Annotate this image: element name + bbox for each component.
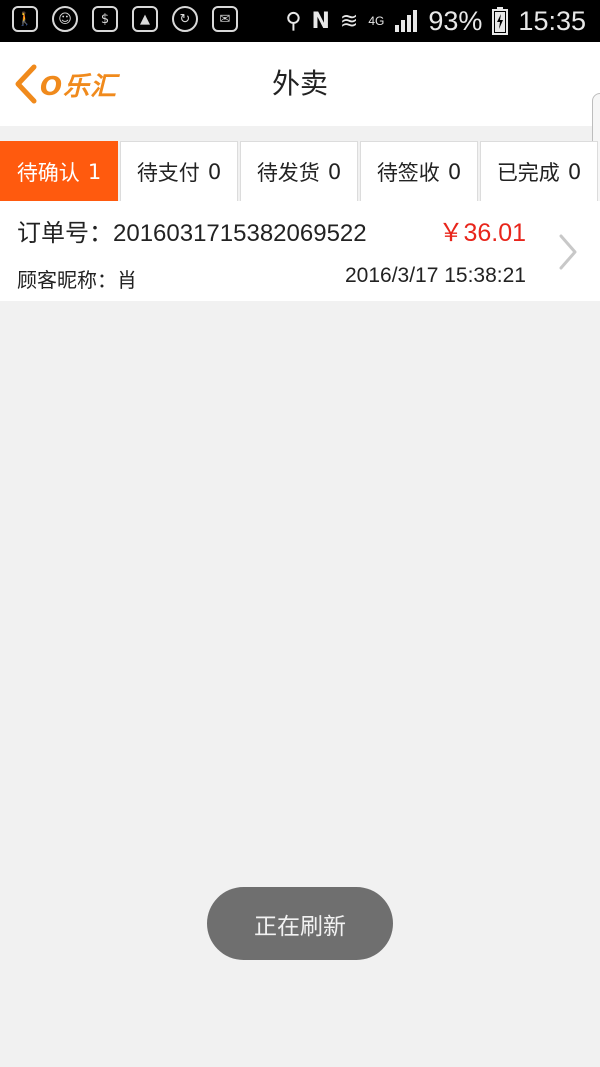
- tab-count: 1: [87, 159, 102, 184]
- tab-label: 待签收: [376, 160, 440, 185]
- refresh-toast: 正在刷新: [207, 887, 393, 960]
- tab-label: 待确认: [16, 160, 80, 185]
- status-bar: 🚶 ☺ $ ▲ ↻ ✉ ⚲ N ≋ 4G 93% 15:35: [0, 0, 600, 42]
- order-number: 订单号：2016031715382069522: [17, 213, 367, 248]
- tab-to-ship[interactable]: 待发货 0: [240, 141, 358, 201]
- customer-value: 肖: [117, 268, 137, 292]
- system-icons: ⚲ N ≋ 4G 93% 15:35: [285, 4, 586, 38]
- order-list-item[interactable]: 订单号：2016031715382069522 ￥36.01 顾客昵称：肖 20…: [0, 201, 600, 301]
- order-number-value: 2016031715382069522: [113, 220, 367, 247]
- tab-count: 0: [567, 159, 582, 184]
- wifi-icon: ≋: [339, 8, 359, 34]
- tab-label: 待支付: [136, 160, 200, 185]
- tab-completed[interactable]: 已完成 0: [480, 141, 598, 201]
- signal-icon: [395, 10, 418, 32]
- chevron-right-icon: [559, 234, 577, 270]
- back-button[interactable]: O乐汇: [12, 62, 117, 106]
- tab-to-receive[interactable]: 待签收 0: [360, 141, 478, 201]
- order-price: ￥36.01: [438, 219, 526, 247]
- chevron-left-icon: [15, 64, 37, 104]
- network-type: 4G: [368, 14, 385, 28]
- sync-icon: ↻: [172, 6, 198, 32]
- customer-nickname: 顾客昵称：肖: [17, 264, 137, 293]
- tab-count: 0: [327, 159, 342, 184]
- nfc-icon: N: [311, 8, 330, 34]
- battery-icon: [492, 7, 509, 35]
- tab-label: 已完成: [496, 160, 560, 185]
- tab-to-confirm[interactable]: 待确认 1: [0, 141, 118, 201]
- battery-percent: 93%: [428, 5, 483, 36]
- image-icon: ▲: [132, 6, 158, 32]
- notification-icons: 🚶 ☺ $ ▲ ↻ ✉: [12, 6, 238, 32]
- order-time: 2016/3/17 15:38:21: [344, 264, 526, 287]
- app-logo: O乐汇: [40, 71, 118, 102]
- face-icon: ☺: [52, 6, 78, 32]
- tab-to-pay[interactable]: 待支付 0: [120, 141, 238, 201]
- cast-icon: ✉: [212, 6, 238, 32]
- tab-count: 0: [447, 159, 462, 184]
- location-icon: ⚲: [285, 8, 302, 34]
- customer-label: 顾客昵称：: [17, 268, 117, 292]
- app-header: O乐汇 外卖: [0, 42, 600, 126]
- order-status-tabs: 待确认 1 待支付 0 待发货 0 待签收 0 已完成 0: [0, 141, 600, 201]
- clock: 15:35: [518, 5, 586, 36]
- dollar-icon: $: [92, 6, 118, 32]
- walk-icon: 🚶: [12, 6, 38, 32]
- tab-label: 待发货: [256, 160, 320, 185]
- order-number-label: 订单号：: [17, 220, 113, 247]
- tab-count: 0: [207, 159, 222, 184]
